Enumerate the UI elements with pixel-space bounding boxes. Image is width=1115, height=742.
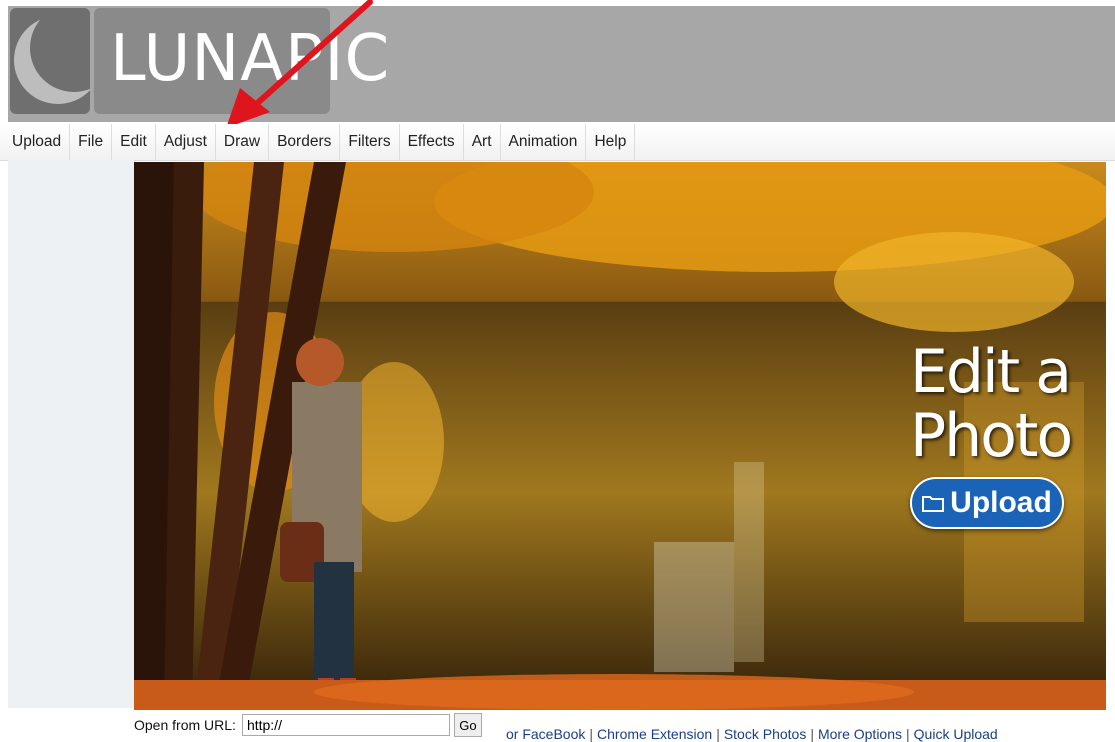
menu-item-effects[interactable]: Effects	[400, 124, 464, 160]
hero-title-line-1: Edit a	[910, 337, 1072, 407]
separator: |	[589, 726, 594, 742]
upload-button[interactable]: Upload	[910, 477, 1064, 529]
menu-item-art[interactable]: Art	[464, 124, 501, 160]
menu-item-animation[interactable]: Animation	[501, 124, 587, 160]
chrome-extension-link[interactable]: Chrome Extension	[597, 726, 712, 742]
menu-item-filters[interactable]: Filters	[340, 124, 400, 160]
menu-item-draw[interactable]: Draw	[216, 124, 270, 160]
quick-upload-link[interactable]: Quick Upload	[914, 726, 998, 742]
separator: |	[906, 726, 910, 742]
folder-icon	[922, 494, 945, 512]
facebook-link[interactable]: or FaceBook	[506, 726, 585, 742]
url-input[interactable]	[241, 714, 450, 736]
left-gutter	[8, 160, 134, 708]
menu-item-upload[interactable]: Upload	[0, 124, 71, 160]
logo-text: LUNAPIC	[110, 22, 391, 96]
main-menu-bar: Upload File Edit Adjust Draw Borders Fil…	[0, 124, 1115, 161]
lunapic-logo[interactable]: LUNAPIC	[10, 8, 389, 114]
open-from-url-form: Open from URL: Go	[134, 712, 482, 738]
upload-button-label: Upload	[950, 486, 1052, 519]
stock-photos-link[interactable]: Stock Photos	[724, 726, 807, 742]
moon-logo-icon	[10, 8, 90, 114]
menu-item-adjust[interactable]: Adjust	[156, 124, 216, 160]
separator: |	[716, 726, 720, 742]
url-label: Open from URL:	[134, 717, 236, 733]
hero-banner: Edit a Photo Upload	[134, 162, 1106, 710]
header-banner: LUNAPIC	[8, 6, 1115, 122]
go-button[interactable]: Go	[453, 713, 482, 737]
menu-item-file[interactable]: File	[70, 124, 113, 160]
hero-title: Edit a Photo	[910, 340, 1080, 468]
menu-item-borders[interactable]: Borders	[269, 124, 341, 160]
more-options-link[interactable]: More Options	[818, 726, 902, 742]
menu-item-edit[interactable]: Edit	[112, 124, 156, 160]
menu-item-help[interactable]: Help	[586, 124, 636, 160]
footer-links: or FaceBook | Chrome Extension | Stock Photo…	[506, 726, 998, 742]
hero-title-line-2: Photo	[910, 401, 1073, 471]
separator: |	[810, 726, 814, 742]
